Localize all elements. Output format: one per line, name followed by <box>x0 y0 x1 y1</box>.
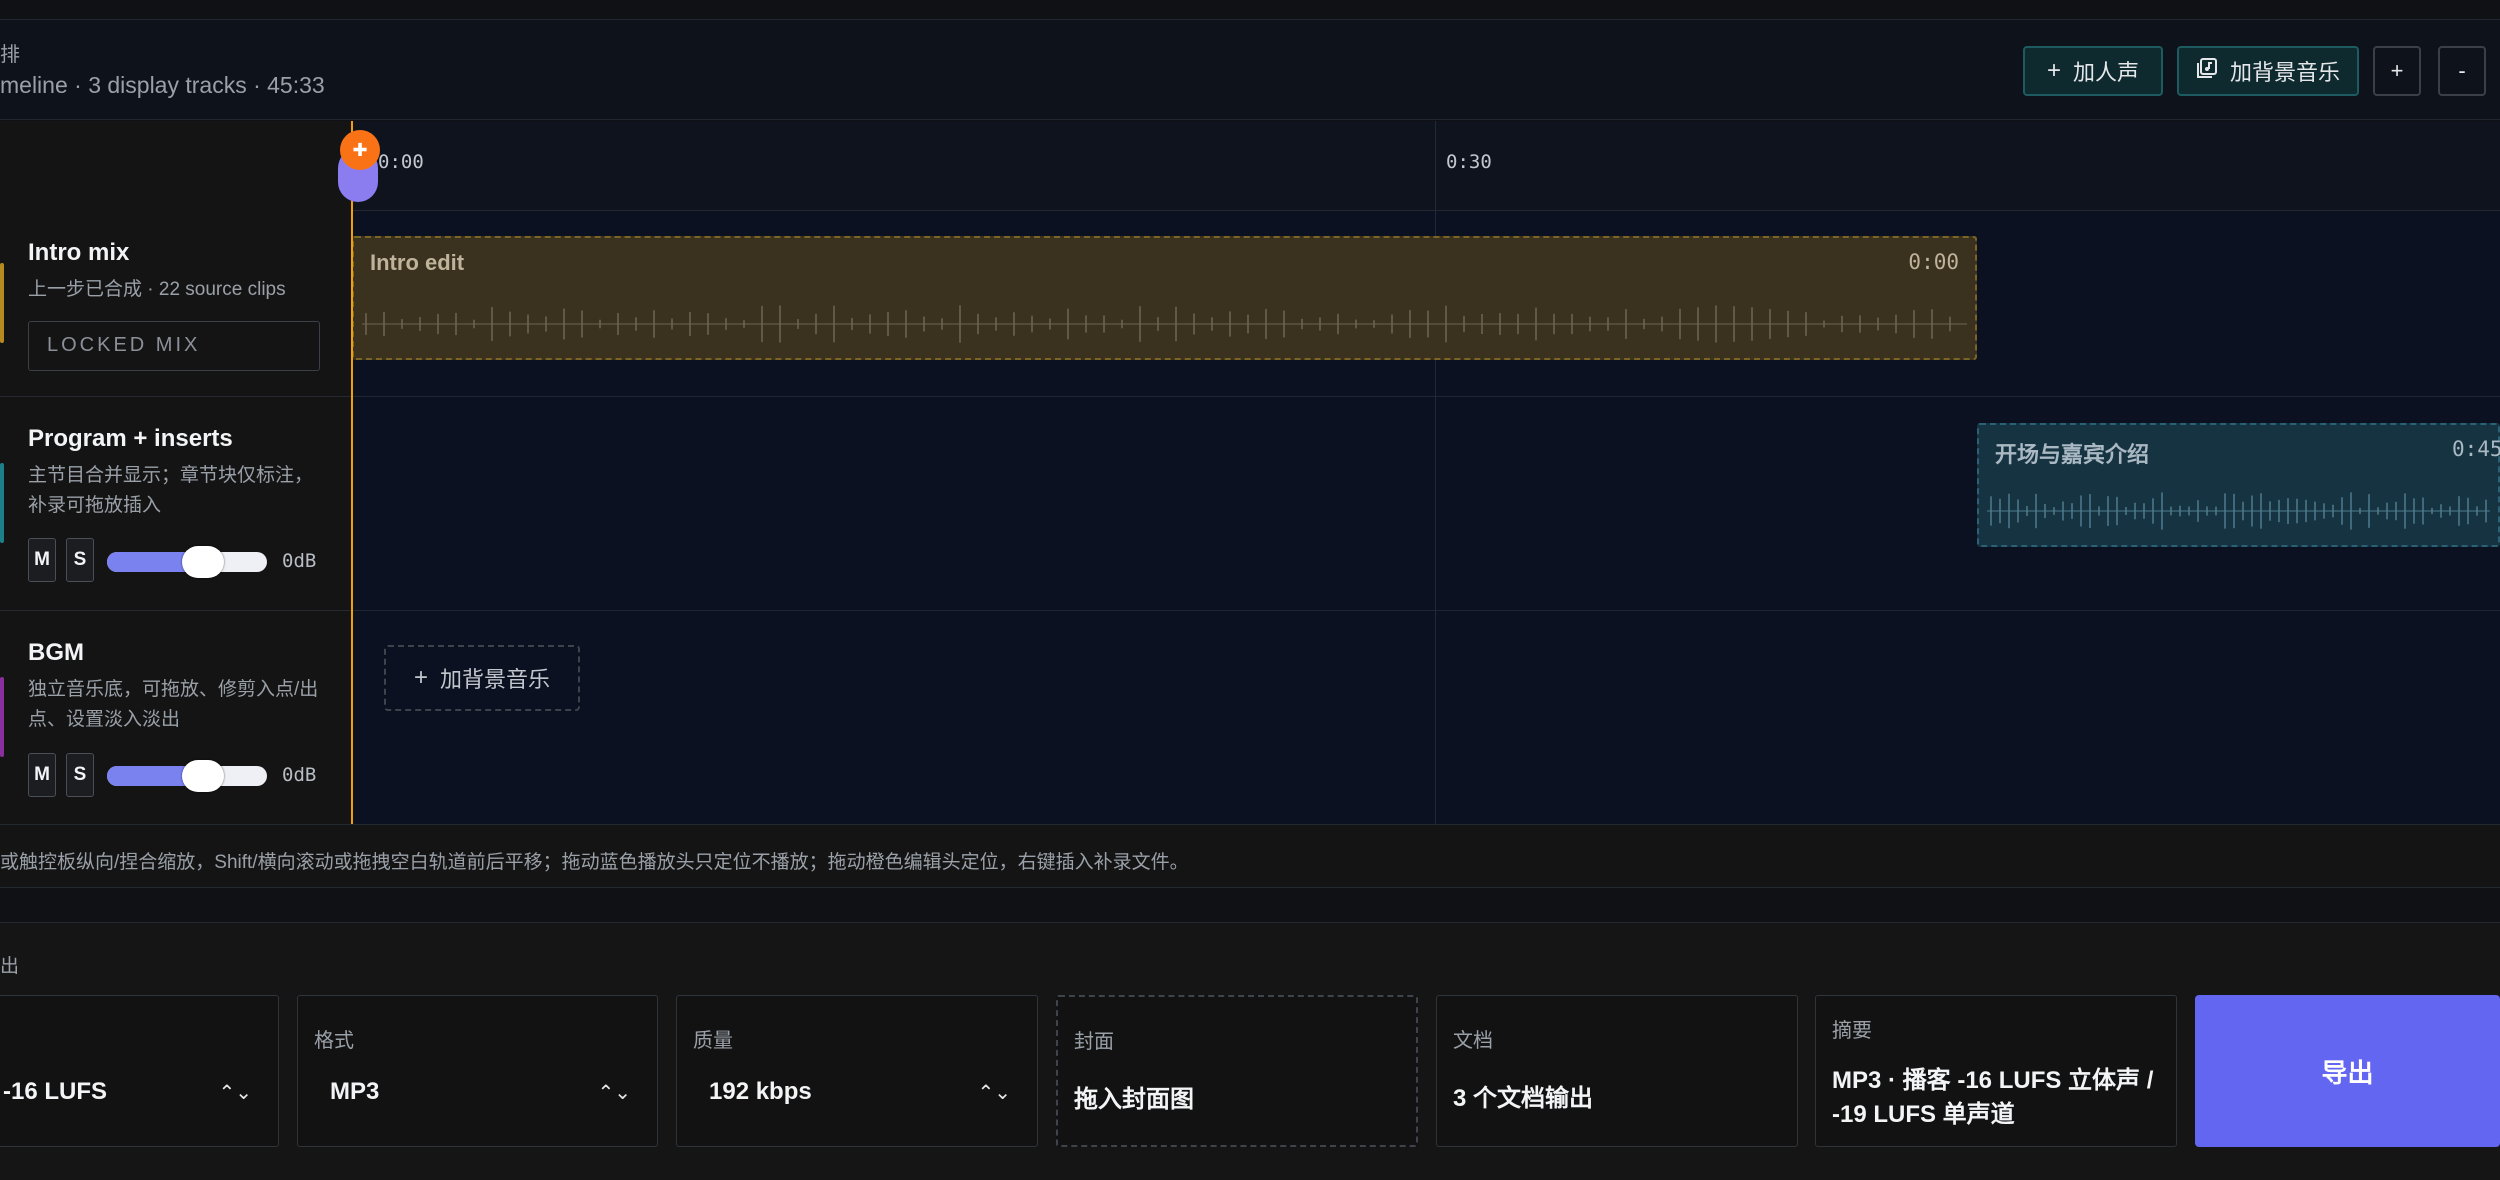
add-bgm-header-label: 加背景音乐 <box>2229 60 2340 85</box>
lane-bgm[interactable] <box>352 611 2500 824</box>
solo-button[interactable]: S <box>66 753 94 797</box>
cover-dropzone[interactable]: 封面 拖入封面图 <box>1056 995 1418 1147</box>
export-button[interactable]: 导出 <box>2195 995 2500 1147</box>
docs-card[interactable]: 文档 3 个文档输出 <box>1436 995 1798 1147</box>
plus-icon: + <box>2046 57 2061 84</box>
clip-title: 开场与嘉宾介绍 <box>1995 442 2150 467</box>
add-bgm-drop-label: 加背景音乐 <box>440 667 551 692</box>
quality-value: 192 kbps <box>709 1078 812 1105</box>
gain-readout: 0dB <box>282 550 317 572</box>
clip-waveform <box>1987 492 2490 530</box>
music-library-icon <box>2196 57 2218 86</box>
locked-mix-badge: LOCKED MIX <box>28 321 320 371</box>
select-chevron-icon: ⌃⌄ <box>977 1082 1011 1104</box>
track-name: Program + inserts <box>28 425 233 452</box>
clip-time: 0:45 <box>2452 437 2500 461</box>
clip-intro-edit[interactable]: Intro edit 0:00 <box>352 236 1977 360</box>
edit-playhead-line[interactable] <box>351 121 353 824</box>
gain-readout: 0dB <box>282 764 317 786</box>
track-color-tab <box>0 263 4 343</box>
summary-line-1: MP3 · 播客 -16 LUFS 立体声 / <box>1832 1067 2154 1094</box>
add-voice-label: 加人声 <box>2073 60 2140 85</box>
select-chevron-icon: ⌃⌄ <box>218 1082 252 1104</box>
track-description: 独立音乐底，可拖放、修剪入点/出点、设置淡入淡出 <box>28 679 319 730</box>
volume-knob[interactable] <box>182 760 224 792</box>
track-header-intro: Intro mix 上一步已合成 · 22 source clips LOCKE… <box>0 211 352 397</box>
cover-label: 封面 <box>1074 1031 1114 1053</box>
track-name: BGM <box>28 639 84 666</box>
track-color-tab <box>0 677 4 757</box>
export-section-label: 出 <box>0 956 20 977</box>
timeline-hint: 或触控板纵向/捏合缩放，Shift/横向滚动或拖拽空白轨道前后平移；拖动蓝色播放… <box>0 824 2500 888</box>
track-description: 主节目合并显示；章节块仅标注，补录可拖放插入 <box>28 465 314 516</box>
ruler-corner <box>0 121 352 211</box>
add-voice-button[interactable]: + 加人声 <box>2023 46 2163 96</box>
add-bgm-header-button[interactable]: 加背景音乐 <box>2177 46 2359 96</box>
ruler-label-start: 0:00 <box>378 151 424 173</box>
clip-program-intro[interactable]: 开场与嘉宾介绍 0:45 <box>1977 423 2500 547</box>
loudness-value: -16 LUFS <box>3 1078 108 1105</box>
quality-label: 质量 <box>693 1030 733 1052</box>
loudness-select[interactable]: -16 LUFS ⌃⌄ <box>0 995 279 1147</box>
clip-title: Intro edit <box>370 250 465 275</box>
section-title: 排 <box>0 44 20 66</box>
select-chevron-icon: ⌃⌄ <box>597 1082 631 1104</box>
summary-label: 摘要 <box>1832 1020 1872 1042</box>
format-value: MP3 <box>330 1078 380 1105</box>
ruler-label-30: 0:30 <box>1446 151 1492 173</box>
add-bgm-drop-button[interactable]: + 加背景音乐 <box>384 645 580 711</box>
zoom-out-button[interactable]: - <box>2438 46 2486 96</box>
track-header-program: Program + inserts 主节目合并显示；章节块仅标注，补录可拖放插入… <box>0 397 352 611</box>
timeline-summary: meline · 3 display tracks · 45:33 <box>0 72 325 98</box>
volume-knob[interactable] <box>182 546 224 578</box>
format-label: 格式 <box>314 1030 354 1052</box>
cover-value: 拖入封面图 <box>1074 1086 1194 1113</box>
timeline-header: 排 meline · 3 display tracks · 45:33 + 加人… <box>0 20 2500 120</box>
zoom-in-button[interactable]: + <box>2373 46 2421 96</box>
summary-card: 摘要 MP3 · 播客 -16 LUFS 立体声 / -19 LUFS 单声道 <box>1815 995 2177 1147</box>
track-description: 上一步已合成 · 22 source clips <box>28 279 286 300</box>
plus-icon: + <box>413 664 428 691</box>
clip-time: 0:00 <box>1908 250 1959 274</box>
export-panel: 出 -16 LUFS ⌃⌄ 格式 MP3 ⌃⌄ 质量 192 kbps ⌃⌄ 封… <box>0 922 2500 1180</box>
docs-label: 文档 <box>1453 1030 1493 1052</box>
edit-head-handle-icon[interactable]: ✚ <box>340 130 380 170</box>
track-name: Intro mix <box>28 239 130 266</box>
summary-line-2: -19 LUFS 单声道 <box>1832 1101 2015 1128</box>
docs-value: 3 个文档输出 <box>1453 1085 1594 1112</box>
format-select[interactable]: 格式 MP3 ⌃⌄ <box>297 995 658 1147</box>
grid-line <box>1435 121 1436 824</box>
top-strip <box>0 0 2500 20</box>
track-header-bgm: BGM 独立音乐底，可拖放、修剪入点/出点、设置淡入淡出 M S 0dB <box>0 611 352 824</box>
clip-waveform <box>362 305 1967 343</box>
solo-button[interactable]: S <box>66 538 94 582</box>
quality-select[interactable]: 质量 192 kbps ⌃⌄ <box>676 995 1038 1147</box>
mute-button[interactable]: M <box>28 538 56 582</box>
mute-button[interactable]: M <box>28 753 56 797</box>
track-color-tab <box>0 463 4 543</box>
